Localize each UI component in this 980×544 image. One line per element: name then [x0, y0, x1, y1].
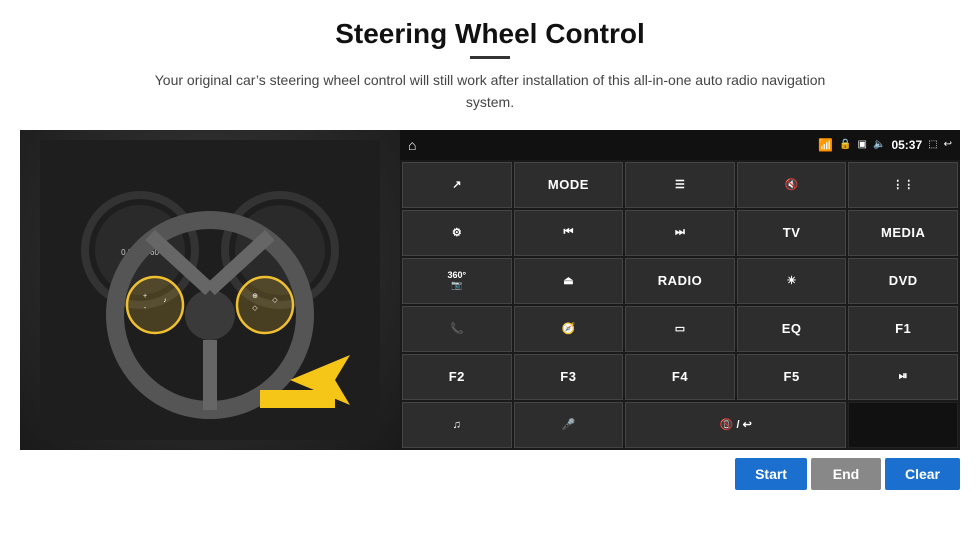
btn-f1[interactable]: F1: [848, 306, 958, 352]
page-wrapper: Steering Wheel Control Your original car…: [0, 0, 980, 544]
btn-phone[interactable]: 📞: [402, 306, 512, 352]
action-bar: Start End Clear: [20, 450, 960, 490]
clear-button[interactable]: Clear: [885, 458, 960, 490]
wifi-icon: 📶: [818, 138, 833, 152]
btn-radio[interactable]: RADIO: [625, 258, 735, 304]
page-subtitle: Your original car’s steering wheel contr…: [140, 69, 840, 114]
head-unit: ⌂ 📶 🔒 ▣ 🔈 05:37 ⬚ ↩ ↗ MODE ☰ 🔇: [400, 130, 960, 450]
bluetooth-icon: 🔈: [873, 139, 885, 150]
btn-f2[interactable]: F2: [402, 354, 512, 400]
btn-mode[interactable]: MODE: [514, 162, 624, 208]
content-row: 0 20 40 60 + - ♪: [20, 130, 960, 450]
screen-icon: ⬚: [928, 139, 937, 150]
status-right: 📶 🔒 ▣ 🔈 05:37 ⬚ ↩: [818, 138, 952, 152]
svg-text:+: +: [143, 293, 147, 300]
lock-icon: 🔒: [839, 139, 851, 150]
btn-empty: [848, 402, 958, 448]
end-button[interactable]: End: [811, 458, 881, 490]
button-grid: ↗ MODE ☰ 🔇 ⋮⋮ ⚙ ⏮ ⏭ TV MEDIA 360°📷 ⏏ RAD…: [400, 160, 960, 450]
btn-settings[interactable]: ⚙: [402, 210, 512, 256]
btn-tv[interactable]: TV: [737, 210, 847, 256]
car-image: 0 20 40 60 + - ♪: [20, 130, 400, 450]
home-icon[interactable]: ⌂: [408, 137, 416, 153]
btn-play-pause[interactable]: ⏯: [848, 354, 958, 400]
svg-text:◇: ◇: [272, 297, 278, 304]
btn-eq[interactable]: EQ: [737, 306, 847, 352]
btn-prev[interactable]: ⏮: [514, 210, 624, 256]
status-left: ⌂: [408, 137, 416, 153]
start-button[interactable]: Start: [735, 458, 807, 490]
btn-dvd[interactable]: DVD: [848, 258, 958, 304]
svg-text:♪: ♪: [163, 297, 167, 304]
btn-brightness[interactable]: ☀: [737, 258, 847, 304]
btn-call-end[interactable]: 📵 / ↩: [625, 402, 846, 448]
btn-f5[interactable]: F5: [737, 354, 847, 400]
btn-menu[interactable]: ☰: [625, 162, 735, 208]
status-bar: ⌂ 📶 🔒 ▣ 🔈 05:37 ⬚ ↩: [400, 130, 960, 160]
btn-apps[interactable]: ⋮⋮: [848, 162, 958, 208]
btn-nav[interactable]: ↗: [402, 162, 512, 208]
btn-mic[interactable]: 🎤: [514, 402, 624, 448]
time-display: 05:37: [891, 138, 922, 152]
btn-mute[interactable]: 🔇: [737, 162, 847, 208]
btn-gps[interactable]: 🧭: [514, 306, 624, 352]
btn-f4[interactable]: F4: [625, 354, 735, 400]
svg-text:⊕: ⊕: [252, 293, 258, 300]
btn-music[interactable]: ♫: [402, 402, 512, 448]
btn-media[interactable]: MEDIA: [848, 210, 958, 256]
btn-360cam[interactable]: 360°📷: [402, 258, 512, 304]
btn-window[interactable]: ▭: [625, 306, 735, 352]
svg-text:◇: ◇: [252, 305, 258, 312]
btn-next[interactable]: ⏭: [625, 210, 735, 256]
btn-eject[interactable]: ⏏: [514, 258, 624, 304]
page-title: Steering Wheel Control: [335, 18, 645, 50]
title-divider: [470, 56, 510, 59]
btn-f3[interactable]: F3: [514, 354, 624, 400]
sim-icon: ▣: [858, 139, 867, 150]
back-icon[interactable]: ↩: [944, 139, 952, 150]
